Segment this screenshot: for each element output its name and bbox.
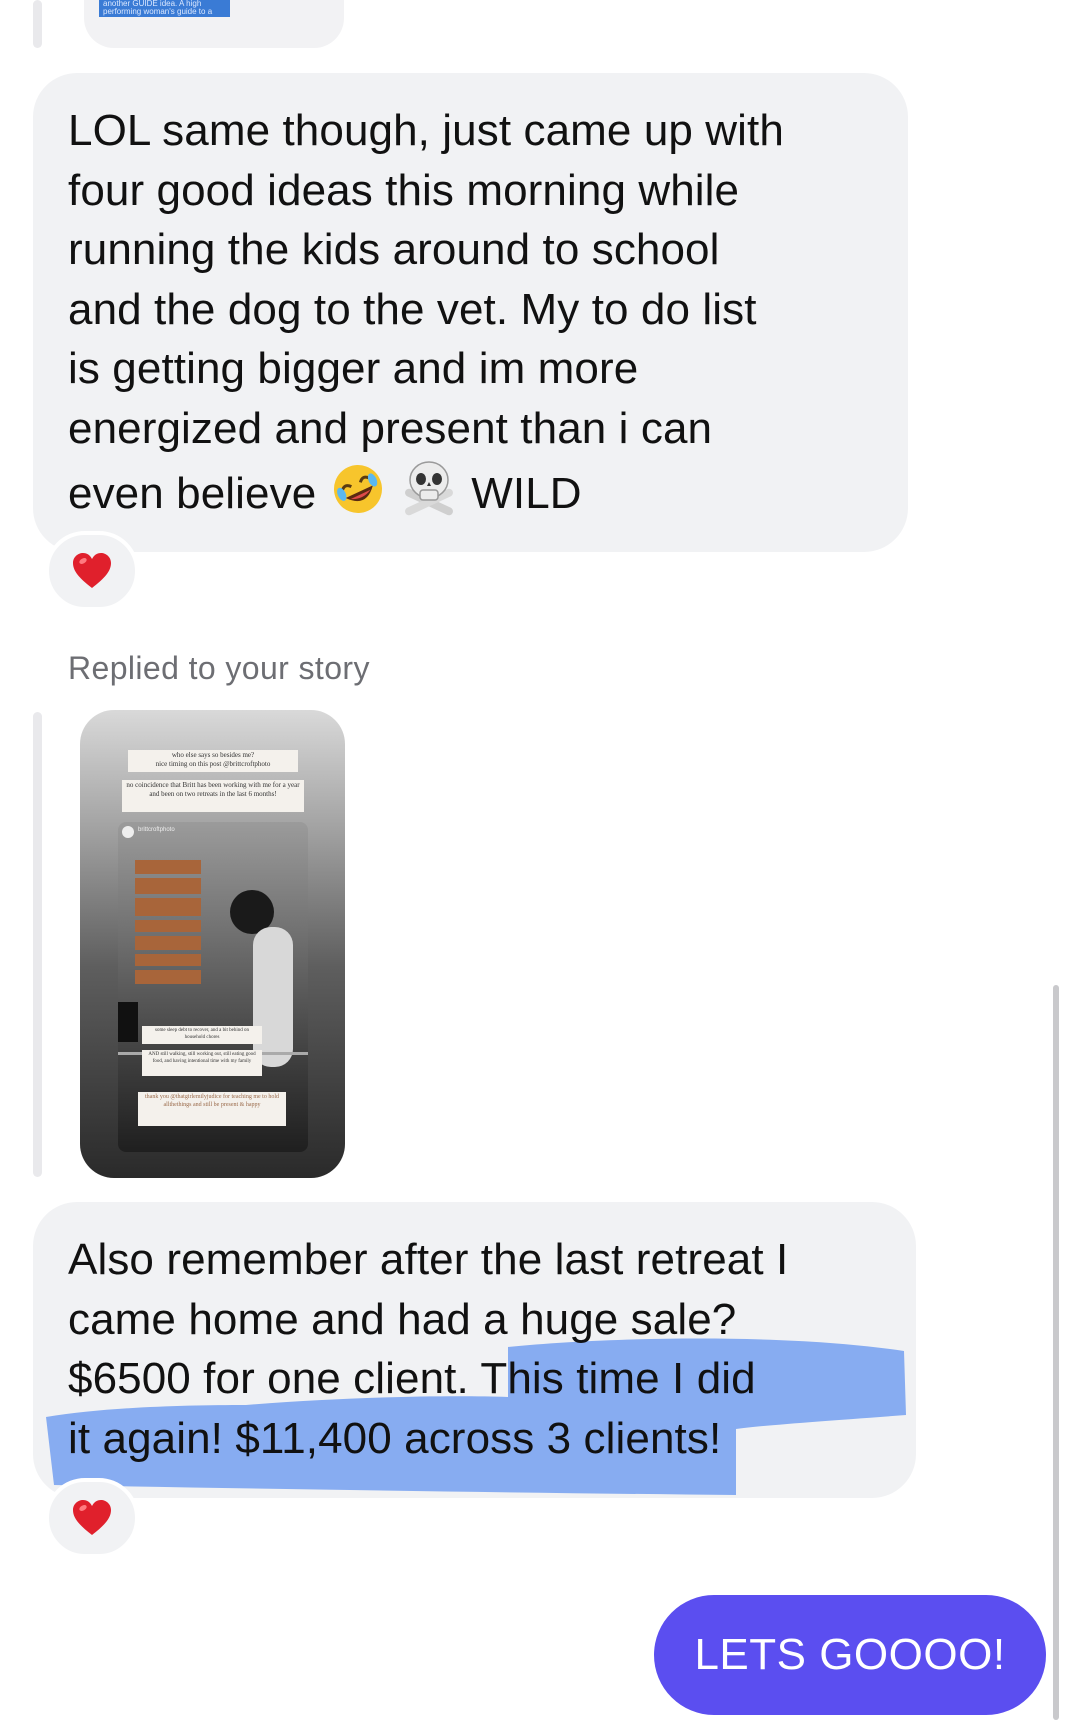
story-tag [135, 898, 201, 916]
message-line-prefix: even believe [68, 469, 317, 518]
story-bottom-text: some sleep debt to recover, and a bit be… [142, 1026, 262, 1044]
story-bottom-text: thank you @thatgirlemilyjudice for teach… [138, 1092, 286, 1126]
message-line: four good ideas this morning while [68, 165, 740, 215]
message-text: Also remember after the last retreat I c… [68, 1230, 908, 1468]
heart-reaction[interactable] [45, 1478, 139, 1558]
sent-message-bubble[interactable]: LETS GOOOO! [654, 1595, 1046, 1715]
story-tag [135, 920, 201, 932]
heart-reaction[interactable] [45, 531, 139, 611]
story-tag [135, 970, 201, 984]
scrollbar[interactable] [1053, 985, 1059, 1720]
story-tag [135, 936, 201, 950]
story-account-name: brittcroftphoto [138, 827, 175, 833]
message-line-suffix: WILD [471, 469, 582, 518]
message-line: running the kids around to school [68, 225, 720, 274]
story-header-line: who else says so besides me? [171, 751, 255, 759]
previous-story-caption: another GUIDE idea. A high performing wo… [103, 0, 213, 16]
skull-and-crossbones-emoji [404, 461, 453, 516]
message-line: is getting bigger and im more [68, 344, 639, 393]
story-bottom-text: AND still walking, still working out, st… [142, 1050, 262, 1076]
story-header-text: who else says so besides me? nice timing… [128, 750, 298, 772]
story-preview[interactable]: who else says so besides me? nice timing… [80, 710, 345, 1178]
message-line: energized and present than i can [68, 403, 713, 453]
punching-bag [118, 1002, 138, 1042]
account-avatar [122, 826, 134, 838]
message-line: came home and had a huge sale? [68, 1294, 737, 1344]
reply-indicator-bar [33, 0, 42, 48]
sent-message-text: LETS GOOOO! [694, 1630, 1006, 1679]
story-header-line: nice timing on this post @brittcroftphot… [155, 760, 271, 768]
story-tag [135, 878, 201, 894]
reply-context-label: Replied to your story [68, 650, 370, 686]
message-line: LOL same though, just came up with [68, 106, 784, 155]
message-line: Also remember after the last retreat I [68, 1235, 789, 1284]
story-tag [135, 954, 201, 966]
message-line: $6500 for one client. This time I did [68, 1354, 756, 1403]
story-tag [135, 860, 201, 874]
message-line: it again! $11,400 across 3 clients! [68, 1413, 722, 1463]
message-line: even believe WILD [68, 458, 898, 524]
rolling-on-floor-laughing-emoji [333, 465, 382, 513]
message-text: LOL same though, just came up with four … [68, 101, 898, 524]
received-message-bubble[interactable]: LOL same though, just came up with four … [33, 73, 908, 552]
red-heart-icon [73, 1500, 111, 1535]
reply-indicator-bar [33, 712, 42, 1177]
red-heart-icon [73, 553, 111, 588]
story-note-text: no coincidence that Britt has been worki… [122, 780, 304, 812]
previous-story-thumbnail[interactable]: another GUIDE idea. A high performing wo… [99, 0, 230, 17]
person-figure [253, 927, 293, 1067]
message-line: and the dog to the vet. My to do list [68, 284, 757, 334]
